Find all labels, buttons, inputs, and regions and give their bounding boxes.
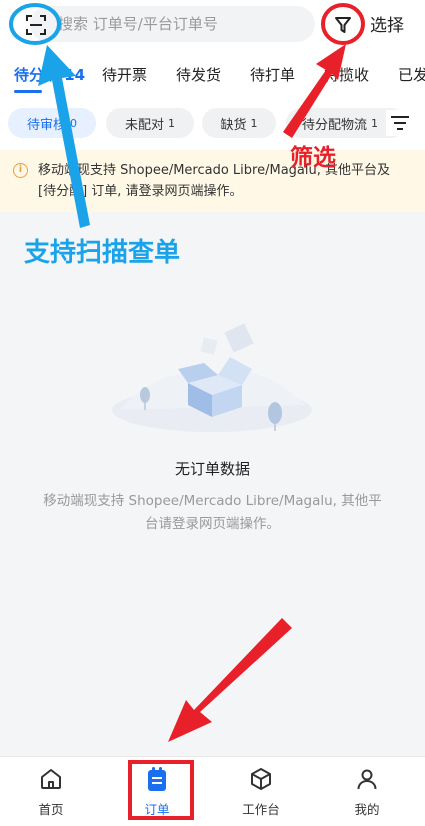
platform-notice: i 移动端现支持 Shopee/Mercado Libre/Magalu, 其他… xyxy=(0,150,425,212)
sub-filter-chips: 待审核 0 未配对 1 缺货 1 待分配物流 1 xyxy=(0,96,425,150)
filter-icon xyxy=(335,17,351,33)
filter-annotation-label: 筛选 xyxy=(290,145,336,171)
tab-pending-ship[interactable]: 待发货 xyxy=(176,64,221,85)
chip-unpaired[interactable]: 未配对 1 xyxy=(106,108,194,138)
nav-home[interactable]: 首页 xyxy=(16,765,86,818)
filter-button[interactable] xyxy=(322,6,364,44)
orders-arrow xyxy=(168,618,292,742)
empty-description: 移动端现支持 Shopee/Mercado Libre/Magalu, 其他平台… xyxy=(43,493,382,532)
tab-pending-pickup[interactable]: 待揽收 xyxy=(324,64,369,85)
top-bar: 选择 xyxy=(0,0,425,50)
tab-pending-assign[interactable]: 待分配 14 xyxy=(14,64,85,85)
sort-icon xyxy=(391,116,409,130)
search-box[interactable] xyxy=(30,6,315,42)
workbench-icon xyxy=(251,768,271,790)
scan-icon xyxy=(26,15,46,35)
empty-title: 无订单数据 xyxy=(174,460,250,478)
notice-text: 移动端现支持 Shopee/Mercado Libre/Magalu, 其他平台… xyxy=(38,163,390,199)
select-button[interactable]: 选择 xyxy=(370,11,404,36)
empty-box-illustration xyxy=(112,323,312,432)
info-icon: i xyxy=(13,163,28,178)
tab-pending-invoice[interactable]: 待开票 xyxy=(102,64,147,85)
nav-profile[interactable]: 我的 xyxy=(332,765,402,818)
tab-shipped[interactable]: 已发 xyxy=(398,64,425,85)
tab-pending-print[interactable]: 待打单 xyxy=(250,64,295,85)
active-tab-indicator xyxy=(14,90,42,93)
scan-button[interactable] xyxy=(12,8,60,42)
profile-icon xyxy=(357,769,377,790)
home-icon xyxy=(41,769,61,789)
search-input[interactable] xyxy=(58,6,308,42)
chip-out-of-stock[interactable]: 缺货 1 xyxy=(202,108,276,138)
scan-annotation-label: 支持扫描查单 xyxy=(24,238,181,268)
sort-button[interactable] xyxy=(386,110,414,136)
bottom-navigation: 首页 订单 工作台 我的 xyxy=(0,756,425,826)
nav-workbench[interactable]: 工作台 xyxy=(226,765,296,818)
chip-pending-review[interactable]: 待审核 0 xyxy=(8,108,96,138)
status-tabs: 待分配 14 待开票 待发货 待打单 待揽收 已发 xyxy=(0,50,425,96)
orders-highlight-box xyxy=(128,760,194,820)
